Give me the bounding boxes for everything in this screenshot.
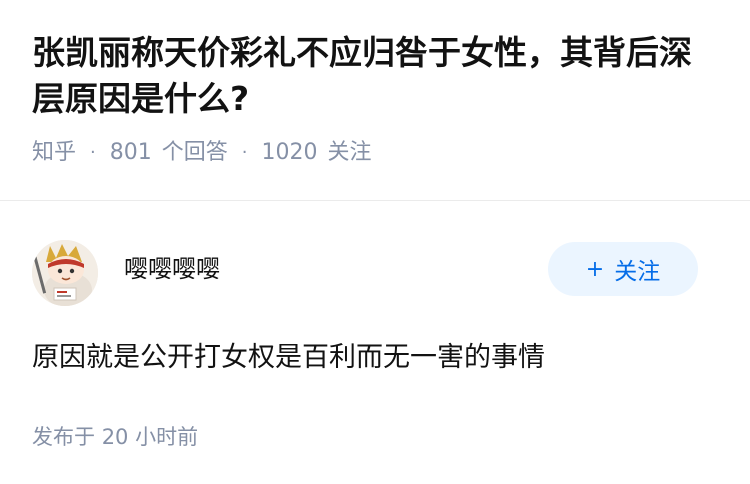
divider bbox=[0, 200, 750, 201]
source-label[interactable]: 知乎 bbox=[32, 138, 76, 168]
answers-label[interactable]: 个回答 bbox=[162, 138, 228, 168]
follow-button-label: 关注 bbox=[614, 259, 661, 285]
avatar-image bbox=[32, 240, 98, 306]
answer-card: 嘤嘤嘤嘤 + 关注 原因就是公开打女权是百利而无一害的事情 发布于 20 小时前 bbox=[32, 240, 698, 452]
plus-icon: + bbox=[585, 256, 605, 282]
time-value: 20 小时前 bbox=[101, 425, 199, 449]
time-prefix: 发布于 bbox=[32, 425, 95, 449]
followers-count: 1020 bbox=[261, 140, 318, 165]
question-title[interactable]: 张凯丽称天价彩礼不应归咎于女性，其背后深层原因是什么? bbox=[32, 30, 718, 122]
author-name[interactable]: 嘤嘤嘤嘤 bbox=[124, 252, 220, 286]
separator-dot: · bbox=[90, 142, 96, 163]
follow-button[interactable]: + 关注 bbox=[548, 242, 698, 296]
answers-count: 801 bbox=[109, 140, 152, 165]
question-header: 张凯丽称天价彩礼不应归咎于女性，其背后深层原因是什么? 知乎 · 801 个回答… bbox=[0, 0, 750, 168]
question-meta: 知乎 · 801 个回答 · 1020 关注 bbox=[32, 138, 718, 168]
separator-dot: · bbox=[241, 142, 248, 163]
author-row: 嘤嘤嘤嘤 + 关注 bbox=[32, 240, 698, 306]
followers-label: 关注 bbox=[327, 140, 372, 165]
page: 张凯丽称天价彩礼不应归咎于女性，其背后深层原因是什么? 知乎 · 801 个回答… bbox=[0, 0, 750, 484]
avatar[interactable] bbox=[32, 240, 98, 306]
answer-content[interactable]: 原因就是公开打女权是百利而无一害的事情 bbox=[32, 338, 698, 378]
answer-timestamp: 发布于 20 小时前 bbox=[32, 422, 698, 452]
